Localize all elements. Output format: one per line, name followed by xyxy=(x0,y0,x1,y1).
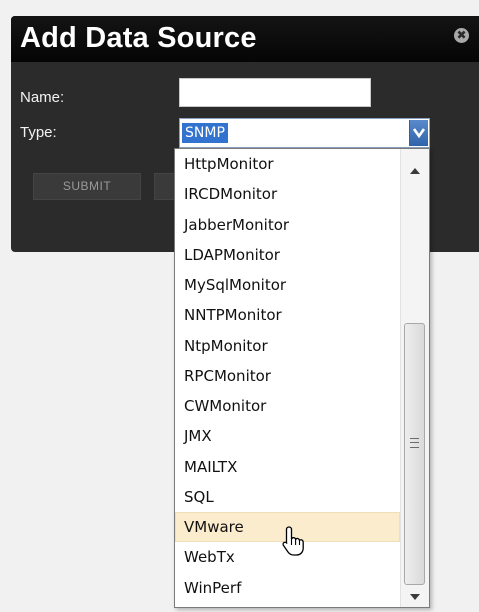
dropdown-option[interactable]: SQL xyxy=(175,482,400,512)
dropdown-option[interactable]: JabberMonitor xyxy=(175,210,400,240)
dropdown-option[interactable]: IRCDMonitor xyxy=(175,179,400,209)
dropdown-scrollbar[interactable] xyxy=(400,149,429,607)
dropdown-option[interactable]: MAILTX xyxy=(175,452,400,482)
dialog-title: Add Data Source xyxy=(20,22,257,54)
close-icon[interactable]: ✖ xyxy=(454,28,469,43)
dropdown-option[interactable]: RPCMonitor xyxy=(175,361,400,391)
scrollbar-grip-icon xyxy=(410,438,419,448)
dropdown-option[interactable]: CWMonitor xyxy=(175,391,400,421)
dropdown-option[interactable]: NNTPMonitor xyxy=(175,300,400,330)
type-select[interactable]: SNMP xyxy=(179,118,430,148)
dialog-header: Add Data Source ✖ xyxy=(11,16,479,62)
type-selected-value: SNMP xyxy=(182,123,228,143)
scroll-down-arrow-icon[interactable] xyxy=(401,587,429,607)
name-label: Name: xyxy=(20,89,65,106)
dropdown-option[interactable]: LDAPMonitor xyxy=(175,240,400,270)
chevron-down-icon[interactable] xyxy=(409,120,428,146)
dropdown-option[interactable]: JMX xyxy=(175,421,400,451)
scrollbar-thumb[interactable] xyxy=(404,323,425,585)
name-input[interactable] xyxy=(179,78,371,107)
submit-button[interactable]: SUBMIT xyxy=(33,173,141,200)
type-label: Type: xyxy=(20,124,57,141)
hand-pointer-cursor-icon xyxy=(282,526,304,556)
dropdown-option[interactable]: HttpMonitor xyxy=(175,149,400,179)
scroll-up-arrow-icon[interactable] xyxy=(401,161,429,181)
dropdown-option[interactable]: NtpMonitor xyxy=(175,331,400,361)
dropdown-option[interactable]: WinPerf xyxy=(175,573,400,603)
dropdown-option[interactable]: MySqlMonitor xyxy=(175,270,400,300)
